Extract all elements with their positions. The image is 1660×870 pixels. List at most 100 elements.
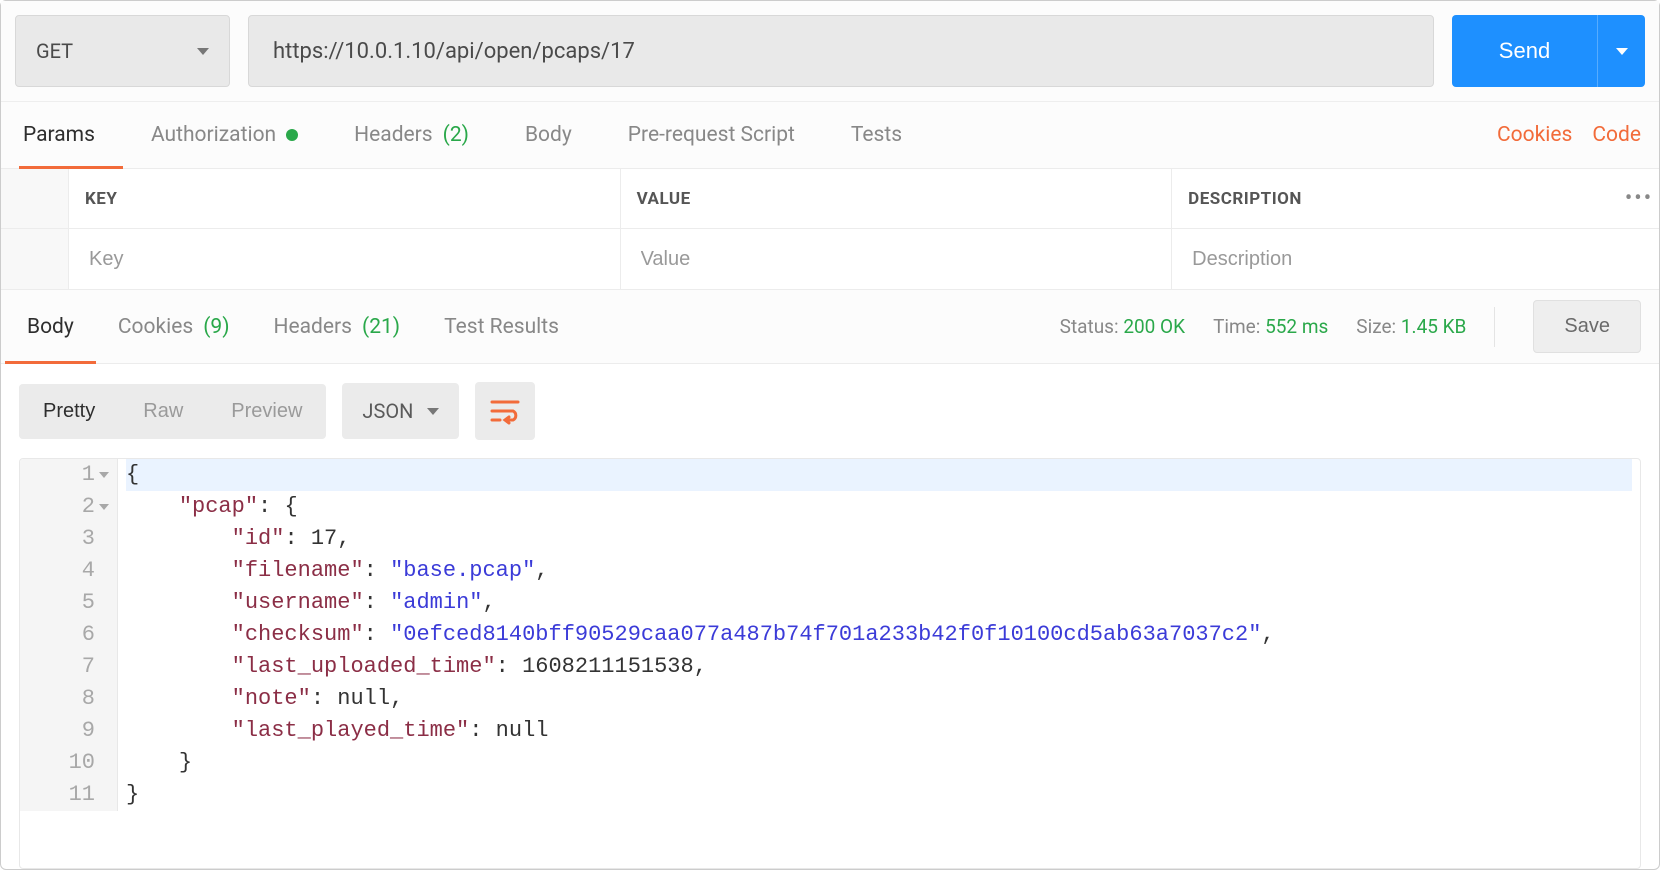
line-number: 9 [20,715,117,747]
response-tab-cookies[interactable]: Cookies (9) [96,290,252,363]
divider [1494,307,1495,347]
save-response-button[interactable]: Save [1533,300,1641,353]
line-gutter: 1234567891011 [20,459,118,811]
tab-headers-label: Headers [354,123,432,147]
format-label: JSON [362,399,413,423]
response-tab-headers[interactable]: Headers (21) [252,290,423,363]
code-table: 1234567891011 { "pcap": { "id": 17, "fil… [20,459,1640,811]
response-tab-cookies-label: Cookies [118,315,193,339]
tab-authorization[interactable]: Authorization [123,102,326,168]
col-key: KEY [69,169,621,228]
size-label: Size: [1356,315,1396,338]
request-bar: GET https://10.0.1.10/api/open/pcaps/17 … [1,1,1659,101]
line-number: 10 [20,747,117,779]
pretty-button[interactable]: Pretty [19,384,119,439]
params-input-row [1,229,1659,289]
col-description: DESCRIPTION [1172,169,1619,228]
time-value: 552 ms [1265,315,1328,338]
params-table: KEY VALUE DESCRIPTION ••• [1,169,1659,290]
chevron-down-icon [197,48,209,55]
code-line: "pcap": { [126,491,1632,523]
response-tab-test-results[interactable]: Test Results [422,290,581,363]
line-number: 4 [20,555,117,587]
response-tab-test-results-label: Test Results [444,315,559,339]
tab-prerequest[interactable]: Pre-request Script [600,102,823,168]
tab-params[interactable]: Params [19,102,123,168]
status-label: Status: [1060,315,1119,338]
params-header-row: KEY VALUE DESCRIPTION ••• [1,169,1659,229]
code-line: } [126,747,1632,779]
size-block: Size: 1.45 KB [1356,315,1466,338]
code-line: "id": 17, [126,523,1632,555]
send-button[interactable]: Send [1452,15,1597,87]
request-tabs: Params Authorization Headers (2) Body Pr… [1,101,1659,169]
response-tab-headers-label: Headers [274,315,352,339]
status-value: 200 OK [1123,315,1185,338]
response-meta: Status: 200 OK Time: 552 ms Size: 1.45 K… [1060,300,1655,353]
key-input[interactable] [85,248,604,271]
time-label: Time: [1213,315,1260,338]
row-more-spacer [1619,229,1659,289]
cookies-link[interactable]: Cookies [1497,123,1572,147]
response-body-editor[interactable]: 1234567891011 { "pcap": { "id": 17, "fil… [19,458,1641,869]
url-input[interactable]: https://10.0.1.10/api/open/pcaps/17 [248,15,1434,87]
time-block: Time: 552 ms [1213,315,1328,338]
response-tab-body-label: Body [27,315,74,339]
line-number: 8 [20,683,117,715]
tab-tests[interactable]: Tests [823,102,930,168]
row-gutter [1,229,69,289]
tab-prerequest-label: Pre-request Script [628,123,795,147]
raw-button[interactable]: Raw [119,384,207,439]
chevron-down-icon [1616,48,1628,55]
fold-caret-icon[interactable] [99,504,109,510]
tab-tests-label: Tests [851,123,902,147]
status-block: Status: 200 OK [1060,315,1185,338]
tab-body-label: Body [525,123,572,147]
tab-body[interactable]: Body [497,102,600,168]
tab-authorization-label: Authorization [151,123,276,147]
size-value: 1.45 KB [1401,315,1467,338]
request-links: Cookies Code [1497,123,1641,147]
response-tab-body[interactable]: Body [5,290,96,363]
tab-headers-count: (2) [443,123,469,147]
line-number: 3 [20,523,117,555]
code-line: "last_uploaded_time": 1608211151538, [126,651,1632,683]
code-line: "last_played_time": null [126,715,1632,747]
response-tabs: Body Cookies (9) Headers (21) Test Resul… [1,290,1659,364]
status-dot-icon [286,129,298,141]
line-number: 2 [20,491,117,523]
line-number: 11 [20,779,117,811]
body-view-controls: Pretty Raw Preview JSON [1,364,1659,458]
fold-caret-icon[interactable] [99,472,109,478]
row-gutter [1,169,69,228]
response-tab-cookies-count: (9) [203,315,229,339]
format-select[interactable]: JSON [342,383,459,439]
send-dropdown-button[interactable] [1597,15,1645,87]
http-method-label: GET [36,39,73,63]
wrap-icon [489,397,521,425]
col-value: VALUE [621,169,1173,228]
view-mode-segment: Pretty Raw Preview [19,384,326,439]
line-number: 7 [20,651,117,683]
code-line: { [126,459,1632,491]
more-icon[interactable]: ••• [1619,169,1659,228]
code-link[interactable]: Code [1592,123,1641,147]
code-line: "filename": "base.pcap", [126,555,1632,587]
response-tab-headers-count: (21) [362,315,400,339]
description-input[interactable] [1188,248,1603,271]
url-text: https://10.0.1.10/api/open/pcaps/17 [273,39,635,64]
preview-button[interactable]: Preview [207,384,326,439]
code-lines: { "pcap": { "id": 17, "filename": "base.… [118,459,1640,811]
tab-params-label: Params [23,123,95,147]
line-number: 1 [20,459,117,491]
http-method-select[interactable]: GET [15,15,230,87]
send-button-group: Send [1452,15,1645,87]
line-number: 6 [20,619,117,651]
chevron-down-icon [427,408,439,415]
wrap-lines-button[interactable] [475,382,535,440]
code-line: } [126,779,1632,811]
tab-headers[interactable]: Headers (2) [326,102,497,168]
code-line: "checksum": "0efced8140bff90529caa077a48… [126,619,1632,651]
code-line: "username": "admin", [126,587,1632,619]
value-input[interactable] [637,248,1156,271]
